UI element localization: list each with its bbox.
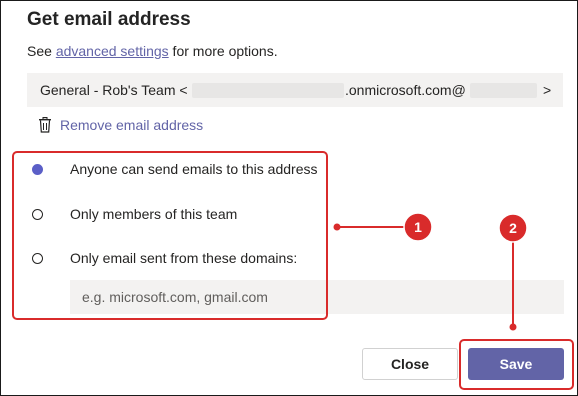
options-highlight-box xyxy=(12,151,328,320)
email-address-field: General - Rob's Team < .onmicrosoft.com@… xyxy=(27,73,563,107)
advanced-settings-link[interactable]: advanced settings xyxy=(56,43,169,59)
save-highlight-box xyxy=(459,339,574,390)
email-domain: .onmicrosoft.com@ xyxy=(345,82,466,98)
dialog-subtitle: See advanced settings for more options. xyxy=(27,43,278,59)
redacted-address-part xyxy=(192,83,344,98)
redacted-domain-part xyxy=(470,83,537,98)
subtitle-suffix: for more options. xyxy=(168,43,278,59)
remove-email-button[interactable]: Remove email address xyxy=(38,117,203,133)
email-suffix: > xyxy=(543,82,552,98)
dialog-title: Get email address xyxy=(27,9,191,30)
remove-email-label: Remove email address xyxy=(60,117,204,133)
email-prefix: General - Rob's Team < xyxy=(40,82,188,98)
close-button[interactable]: Close xyxy=(362,348,458,380)
subtitle-prefix: See xyxy=(27,43,56,59)
trash-icon xyxy=(39,117,51,133)
